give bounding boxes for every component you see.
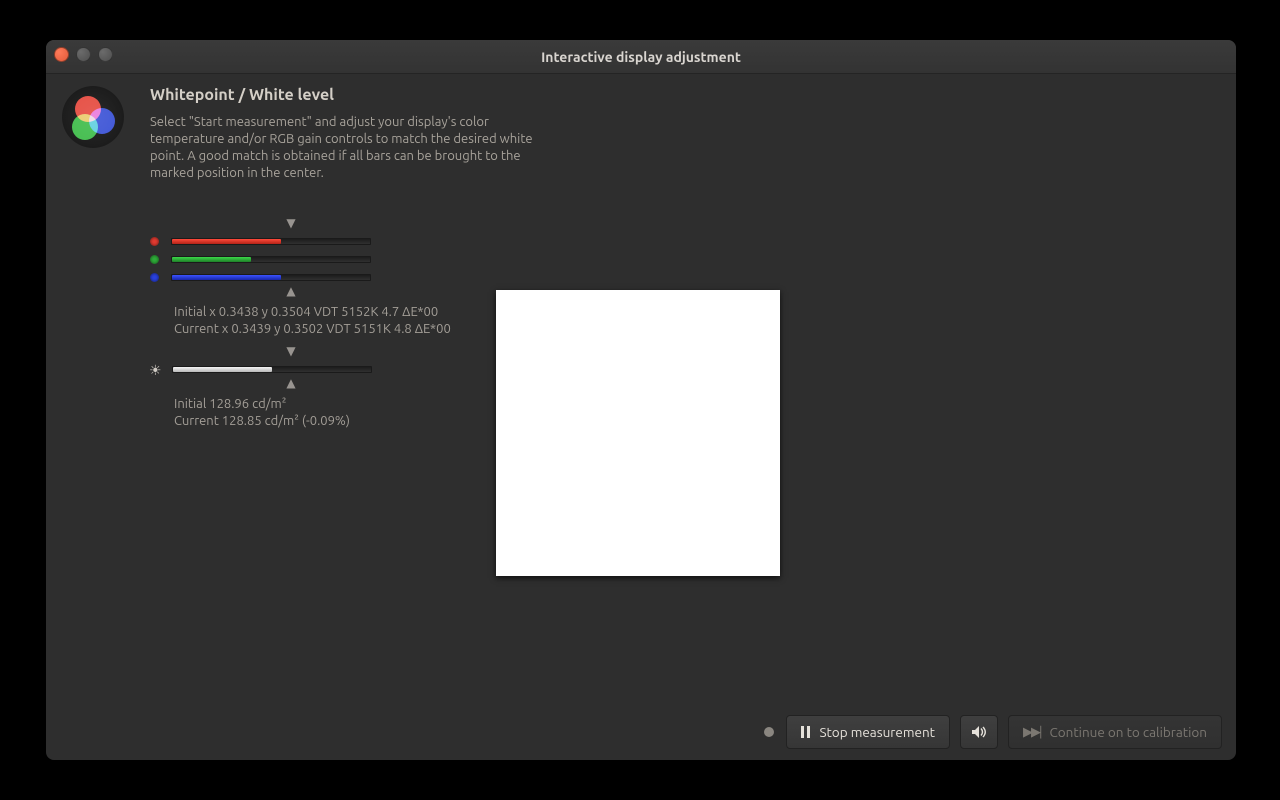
blue-bar-row: [150, 268, 451, 286]
rgb-bars-group: ▼ ▲ Initi: [150, 218, 451, 338]
whitepoint-section: Whitepoint / White level Select "Start m…: [150, 86, 550, 182]
fast-forward-icon: ▶▶|: [1023, 725, 1041, 740]
minimize-icon[interactable]: [76, 47, 91, 62]
blue-led-icon: [150, 273, 159, 282]
green-bar-fill: [172, 257, 251, 262]
rgb-current-readout: Current x 0.3439 y 0.3502 VDT 5151K 4.8 …: [174, 321, 451, 338]
stop-button-label: Stop measurement: [819, 724, 935, 740]
speaker-icon: [971, 725, 987, 739]
close-icon[interactable]: [54, 47, 69, 62]
continue-calibration-button: ▶▶| Continue on to calibration: [1008, 715, 1222, 749]
app-window: Interactive display adjustment Whitepoin…: [46, 40, 1236, 760]
section-description: Select "Start measurement" and adjust yo…: [150, 114, 540, 182]
pause-icon: [801, 726, 810, 738]
continue-button-label: Continue on to calibration: [1049, 724, 1207, 740]
displaycal-logo-icon: [62, 86, 124, 148]
title-bar: Interactive display adjustment: [46, 40, 1236, 74]
content-area: Whitepoint / White level Select "Start m…: [46, 74, 1236, 704]
maximize-icon[interactable]: [98, 47, 113, 62]
target-marker-bottom-icon: ▲: [286, 284, 295, 298]
lum-marker-bottom-icon: ▲: [286, 376, 295, 390]
window-controls: [54, 47, 113, 62]
green-led-icon: [150, 255, 159, 264]
status-indicator-icon: [764, 727, 774, 737]
green-bar-track: [171, 256, 371, 263]
blue-bar-track: [171, 274, 371, 281]
lum-marker-top-icon: ▼: [286, 344, 295, 358]
luminance-bar-track: [172, 366, 372, 373]
section-heading: Whitepoint / White level: [150, 86, 550, 104]
target-marker-top-icon: ▼: [286, 216, 295, 230]
footer-bar: Stop measurement ▶▶| Continue on to cali…: [46, 704, 1236, 760]
stop-measurement-button[interactable]: Stop measurement: [786, 715, 950, 749]
red-bar-fill: [172, 239, 281, 244]
red-bar-row: [150, 232, 451, 250]
red-bar-track: [171, 238, 371, 245]
sound-toggle-button[interactable]: [960, 715, 998, 749]
blue-bar-fill: [172, 275, 281, 280]
luminance-group: ▼ ☀ ▲ Initial 128.96 cd/m² Current 128.8…: [150, 346, 408, 430]
green-bar-row: [150, 250, 451, 268]
window-title: Interactive display adjustment: [46, 49, 1236, 65]
lum-current-readout: Current 128.85 cd/m² (-0.09%): [174, 413, 408, 430]
measurement-patch: [496, 290, 780, 576]
red-led-icon: [150, 237, 159, 246]
rgb-initial-readout: Initial x 0.3438 y 0.3504 VDT 5152K 4.7 …: [174, 304, 451, 321]
luminance-bar-fill: [173, 367, 272, 372]
lum-initial-readout: Initial 128.96 cd/m²: [174, 396, 408, 413]
brightness-icon: ☀: [149, 362, 162, 379]
